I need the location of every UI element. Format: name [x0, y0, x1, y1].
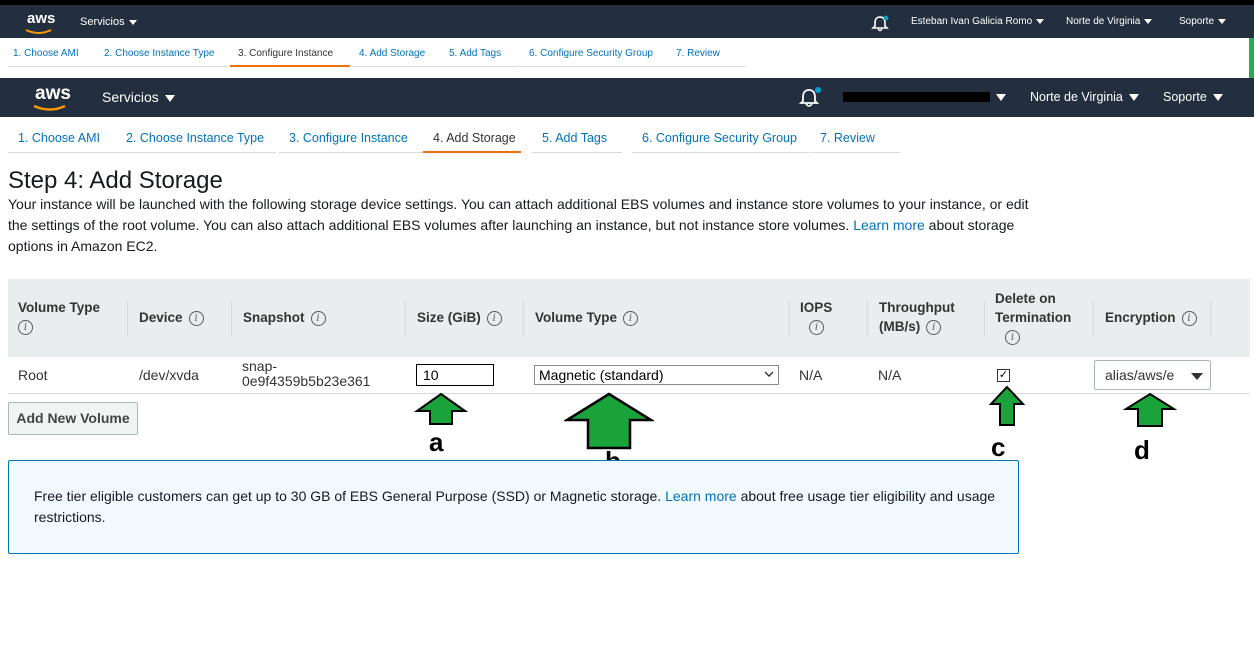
aws-logo[interactable]: aws	[25, 10, 55, 34]
cell-throughput: N/A	[878, 367, 902, 383]
cell-snapshot: snap- 0e9f4359b5b23e361	[242, 358, 371, 389]
region-menu[interactable]: Norte de Virginia	[1030, 90, 1139, 104]
learn-more-link[interactable]: Learn more	[853, 217, 925, 233]
col-device: Device i	[139, 308, 204, 327]
page-title: Step 4: Add Storage	[8, 167, 223, 194]
wizard-step-5[interactable]: 5. Add Tags	[532, 127, 622, 153]
wizard-small-step-1[interactable]: 1. Choose AMI	[8, 44, 99, 67]
add-new-volume-button[interactable]: Add New Volume	[8, 402, 138, 435]
wizard-step-1[interactable]: 1. Choose AMI	[8, 127, 120, 153]
info-icon[interactable]: i	[623, 310, 639, 326]
cell-iops: N/A	[799, 367, 823, 383]
free-tier-info-alert: Free tier eligible customers can get up …	[8, 460, 1019, 554]
caret-down-icon	[1128, 94, 1139, 102]
info-icon[interactable]: i	[809, 319, 824, 335]
services-menu[interactable]: Servicios	[80, 16, 137, 28]
support-menu[interactable]: Soporte	[1163, 90, 1223, 104]
wizard-small-step-6[interactable]: 6. Configure Security Group	[520, 44, 669, 67]
wizard-small-step-3[interactable]: 3. Configure Instance	[230, 44, 350, 67]
redacted-username	[843, 92, 990, 102]
col-iops: IOPS i	[800, 300, 833, 335]
chevron-down-icon	[764, 371, 774, 377]
wizard-step-4-active[interactable]: 4. Add Storage	[423, 127, 521, 153]
encryption-select[interactable]: alias/aws/e	[1094, 360, 1211, 390]
col-divider	[1210, 300, 1211, 336]
page-description: Your instance will be launched with the …	[8, 196, 1029, 254]
col-divider	[127, 300, 128, 336]
wizard-small-step-4[interactable]: 4. Add Storage	[351, 44, 441, 67]
wizard-small-step-2[interactable]: 2. Choose Instance Type	[98, 44, 228, 67]
col-size: Size (GiB) i	[417, 308, 502, 327]
wizard-step-6[interactable]: 6. Configure Security Group	[632, 127, 809, 153]
annotation-arrow-c-icon	[988, 385, 1026, 426]
bell-icon[interactable]	[871, 15, 889, 32]
user-caret-down-icon[interactable]	[996, 94, 1006, 101]
annotation-label-a: a	[429, 427, 444, 457]
delete-on-termination-checkbox[interactable]: ✓	[997, 369, 1010, 382]
wizard-small-step-5[interactable]: 5. Add Tags	[441, 44, 519, 67]
annotation-arrow-b-icon	[564, 392, 654, 450]
info-icon[interactable]: i	[188, 310, 204, 326]
col-volume-type: Volume Type i	[18, 300, 101, 335]
volume-type-select[interactable]: Magnetic (standard)	[534, 365, 779, 385]
col-divider	[1093, 300, 1094, 336]
col-throughput: Throughput (MB/s) i	[879, 300, 955, 335]
annotation-label-c: c	[991, 432, 1006, 462]
col-divider	[867, 300, 868, 336]
info-icon[interactable]: i	[310, 310, 326, 326]
caret-down-icon	[1036, 18, 1045, 24]
caret-down-icon	[128, 19, 137, 25]
col-divider	[984, 300, 985, 336]
wizard-step-2[interactable]: 2. Choose Instance Type	[116, 127, 276, 153]
col-volume-type-2: Volume Type i	[535, 308, 639, 327]
annotation-arrow-d-icon	[1123, 392, 1177, 427]
col-divider	[405, 300, 406, 336]
cell-device: /dev/xvda	[139, 367, 199, 383]
services-menu[interactable]: Servicios	[102, 89, 175, 105]
cell-volume-type: Root	[18, 367, 48, 383]
info-icon[interactable]: i	[1005, 329, 1020, 345]
wizard-small-step-7[interactable]: 7. Review	[668, 44, 746, 67]
aws-logo[interactable]: aws	[33, 83, 71, 111]
free-tier-learn-more-link[interactable]: Learn more	[665, 488, 737, 504]
info-icon[interactable]: i	[486, 310, 502, 326]
caret-down-icon	[1191, 373, 1203, 380]
region-menu[interactable]: Norte de Virginia	[1066, 16, 1153, 27]
green-edge-strip	[1249, 38, 1254, 78]
wizard-step-3[interactable]: 3. Configure Instance	[279, 127, 423, 153]
col-divider	[523, 300, 524, 336]
col-divider	[231, 300, 232, 336]
user-menu[interactable]: Esteban Ivan Galicia Romo	[911, 16, 1045, 27]
top-navbar: aws Servicios Norte de Virginia Soporte	[0, 78, 1254, 117]
col-encryption: Encryption i	[1105, 308, 1197, 327]
aws-smile-icon	[25, 29, 52, 34]
caret-down-icon	[164, 94, 175, 102]
col-snapshot: Snapshot i	[243, 308, 326, 327]
caret-down-icon	[1212, 94, 1223, 102]
size-input[interactable]: 10	[416, 364, 494, 386]
annotation-label-d: d	[1134, 435, 1150, 465]
caret-down-icon	[1144, 18, 1153, 24]
caret-down-icon	[1218, 18, 1227, 24]
wizard-step-7[interactable]: 7. Review	[810, 127, 900, 153]
bell-icon[interactable]	[798, 86, 822, 108]
col-divider	[789, 300, 790, 336]
info-icon[interactable]: i	[1181, 310, 1197, 326]
col-delete-on-termination: Delete on Termination i	[995, 291, 1072, 345]
top-navbar-small: aws Servicios Esteban Ivan Galicia Romo …	[0, 0, 1254, 38]
aws-smile-icon	[33, 105, 66, 111]
info-icon[interactable]: i	[926, 319, 942, 335]
info-icon[interactable]: i	[18, 319, 33, 335]
annotation-arrow-a-icon	[414, 392, 468, 425]
support-menu[interactable]: Soporte	[1179, 16, 1227, 27]
